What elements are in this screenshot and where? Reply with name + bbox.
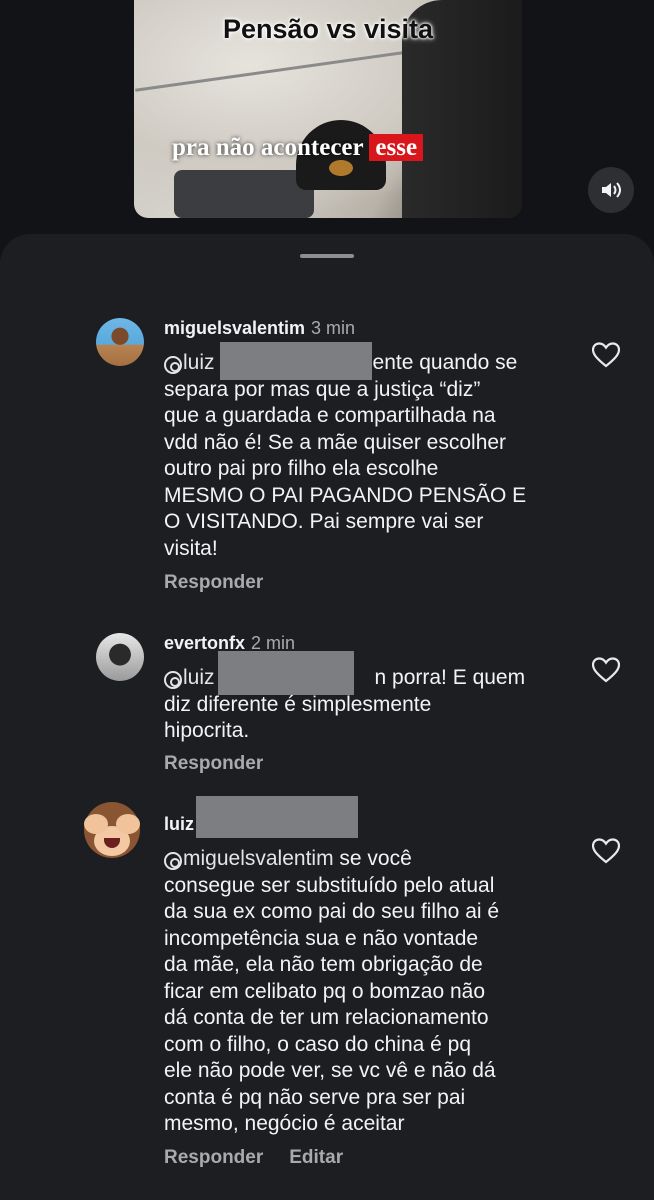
- video-subtitle-highlight: esse: [369, 134, 424, 161]
- video-subtitle: pra não acontecer esse: [172, 134, 424, 162]
- comment-line: ente quando se: [372, 351, 518, 374]
- mention-name[interactable]: miguelsvalentim: [183, 847, 334, 870]
- username-text[interactable]: evertonfx: [164, 633, 245, 653]
- avatar[interactable]: [80, 800, 144, 864]
- edit-button[interactable]: Editar: [289, 1147, 343, 1168]
- mention-name[interactable]: luiz: [183, 666, 215, 689]
- heart-icon[interactable]: [592, 657, 620, 683]
- comment-line: da sua ex como pai do seu filho ai é: [164, 900, 500, 923]
- mention-link[interactable]: @luiz: [164, 351, 215, 374]
- redacted-block: [220, 342, 372, 380]
- comment-line: visita!: [164, 536, 218, 560]
- reply-button[interactable]: Responder: [164, 572, 263, 593]
- reply-button[interactable]: Responder: [164, 753, 263, 774]
- comment-line: diz diferente é simplesmente: [164, 692, 432, 716]
- redacted-block: [218, 651, 354, 695]
- comment-username[interactable]: luiz: [164, 814, 200, 835]
- mention-link[interactable]: @luiz: [164, 666, 215, 689]
- threads-mention-icon: @: [164, 671, 182, 689]
- comment-line: separa por mas que a justiça “diz”: [164, 377, 481, 401]
- username-text[interactable]: luiz: [164, 814, 194, 834]
- video-title: Pensão vs visita: [222, 14, 434, 44]
- comment-line: n porra! E quem: [374, 666, 526, 689]
- video-area: Pensão vs visita pra não acontecer esse: [0, 0, 654, 240]
- comment-text: @luiz ente quando se separa por mas que a…: [164, 350, 564, 562]
- comment-line: consegue ser substituído pelo atual: [164, 873, 495, 897]
- threads-mention-icon: @: [164, 356, 182, 374]
- comment-line: com o filho, o caso do china é pq: [164, 1032, 472, 1056]
- comment-line: O VISITANDO. Pai sempre vai ser: [164, 510, 484, 533]
- comment-line: dá conta de ter um relacionamento: [164, 1006, 489, 1029]
- comment-line: da mãe, ela não tem obrigação de: [164, 953, 483, 976]
- comment-line: outro pai pro filho ela escolhe: [164, 457, 439, 480]
- video-clothes: [174, 170, 314, 218]
- heart-icon[interactable]: [592, 342, 620, 368]
- comment-time: 2 min: [251, 633, 296, 653]
- video-player[interactable]: Pensão vs visita pra não acontecer esse: [134, 0, 522, 218]
- comment-line: incompetência sua e não vontade: [164, 926, 479, 950]
- username-text[interactable]: miguelsvalentim: [164, 318, 305, 338]
- comment-actions: Responder: [164, 753, 289, 775]
- comment-text: @miguelsvalentim se você consegue ser su…: [164, 846, 584, 1138]
- drag-handle[interactable]: [300, 254, 354, 258]
- comment-actions: Responder Editar: [164, 1147, 369, 1169]
- video-subtitle-text: pra não acontecer: [172, 134, 364, 161]
- comment-line: se você: [333, 847, 412, 870]
- avatar[interactable]: [96, 633, 144, 681]
- volume-button[interactable]: [588, 167, 634, 213]
- comment-actions: Responder: [164, 572, 289, 594]
- heart-icon[interactable]: [592, 838, 620, 864]
- comment-line: conta é pq não serve pra ser pai: [164, 1085, 466, 1109]
- video-cap-logo: [329, 160, 353, 176]
- reply-button[interactable]: Responder: [164, 1147, 263, 1168]
- monkey-hand-right: [116, 814, 140, 834]
- mention-link[interactable]: @miguelsvalentim: [164, 847, 334, 870]
- mention-name[interactable]: luiz: [183, 351, 215, 374]
- monkey-hand-left: [84, 814, 108, 834]
- comment-line: mesmo, negócio é aceitar: [164, 1112, 405, 1135]
- comment-line: ficar em celibato pq o bomzao não: [164, 979, 486, 1003]
- comment-time: 3 min: [311, 318, 356, 338]
- avatar[interactable]: [96, 318, 144, 366]
- comment-line: que a guardada e compartilhada na: [164, 404, 496, 427]
- comment-username[interactable]: miguelsvalentim 3 min: [164, 318, 355, 339]
- comment-line: hipocrita.: [164, 719, 250, 742]
- comment-line: MESMO O PAI PAGANDO PENSÃO E: [164, 483, 527, 507]
- speaker-icon: [602, 182, 621, 198]
- comment-line: vdd não é! Se a mãe quiser escolher: [164, 430, 507, 454]
- comment-line: ele não pode ver, se vc vê e não dá: [164, 1059, 496, 1082]
- threads-mention-icon: @: [164, 852, 182, 870]
- redacted-block: [196, 796, 358, 838]
